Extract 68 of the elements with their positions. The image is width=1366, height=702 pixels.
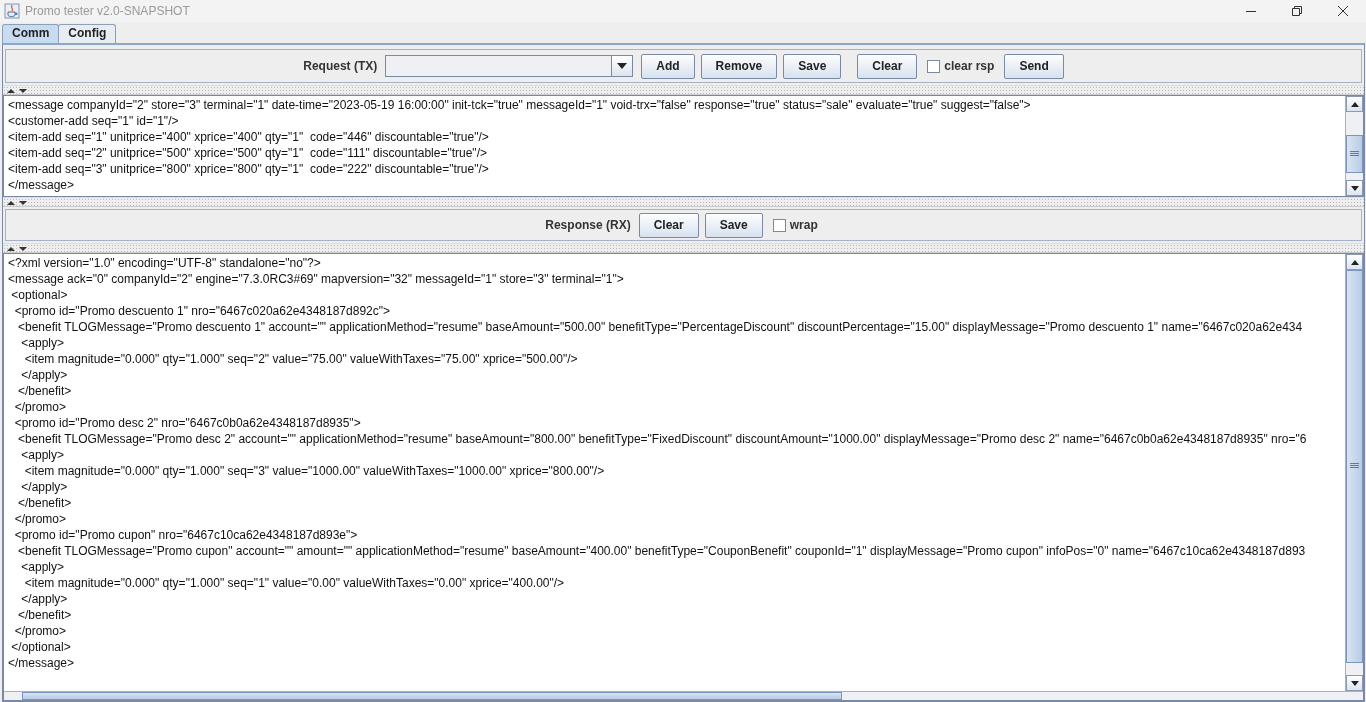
code-line: <message ack="0" companyId="2" engine="7.3.0RC3#69" mapversion="32" messageId="1" store="3" terminal="1"> [8,271,625,287]
toolbar-button[interactable]: Save [704,212,763,238]
code-line: <optional> [10,287,69,303]
code-line: <item magnitude="0.000" qty="1.000" seq="2" value="75.00" valueWithTaxes="75.00" xprice="500.00"/> [23,351,579,367]
toolbar-button[interactable]: Add [641,53,695,79]
clear-rsp-checkbox[interactable]: clear rsp [927,59,995,73]
scroll-up-icon[interactable] [1346,254,1363,270]
scroll-up-icon[interactable] [1346,96,1363,112]
code-line: <benefit TLOGMessage="Promo desc 2" account="" applicationMethod="resume" baseAmount="800.00" benefitType="FixedDiscount" discountAmount="1000.00" displayMessage="Promo desc 2" name="6467c0b0a62e4348187d8935" nro="6 [17,431,1308,447]
scroll-thumb[interactable] [1346,270,1363,663]
code-line: <apply> [20,447,66,463]
vertical-scrollbar[interactable] [1345,96,1363,196]
scroll-down-icon[interactable] [1346,675,1363,691]
restore-icon[interactable] [1292,6,1302,16]
coffee-cup-icon [4,3,20,19]
request-label: Request (TX) [303,59,378,73]
code-line: </message> [8,177,76,193]
code-line: </optional> [10,639,72,655]
code-line: <benefit TLOGMessage="Promo descuento 1" account="" applicationMethod="resume" baseAmount="500.00" benefitType="PercentageDiscount" discountPercentage="15.00" displayMessage="Promo descuento 1" name="6467c020a62e434 [17,319,1304,335]
code-line: </benefit> [17,495,73,511]
code-line: <message companyId="2" store="3" terminal="1" date-time="2023-05-19 16:00:00" init-tck="true" messageId="1" void-trx="false" response="true" status="sale" evaluate="true" suggest="false"> [8,97,1032,113]
code-line: </apply> [20,479,69,495]
toolbar-button[interactable]: Clear [857,53,918,79]
code-line: <item-add seq="3" unitprice="800" xprice="800" qty="1" code="222" discountable="true"/> [8,161,490,177]
code-line: </promo> [13,511,68,527]
scroll-thumb[interactable] [1346,135,1363,174]
window-title: Promo tester v2.0-SNAPSHOT [25,4,190,18]
tab[interactable]: Config [58,24,117,43]
checkbox[interactable] [927,59,941,73]
splitter-arrows-icon[interactable] [7,244,29,252]
code-line: <customer-add seq="1" id="1"/> [8,113,180,129]
request-text-area[interactable] [3,95,1364,197]
code-line: </benefit> [17,607,73,623]
code-line: </promo> [13,399,68,415]
code-line: <?xml version="1.0" encoding="UTF-8" standalone="no"?> [8,255,322,271]
code-line: <item-add seq="2" unitprice="500" xprice="500" qty="1" code="111" discountable="true"/> [8,145,488,161]
minimize-icon[interactable] [1246,10,1256,12]
send-button[interactable]: Send [1004,53,1064,79]
code-line: <item-add seq="1" unitprice="400" xprice="400" qty="1" code="446" discountable="true"/> [8,129,490,145]
code-line: </promo> [13,623,68,639]
code-line: <item magnitude="0.000" qty="1.000" seq="1" value="0.00" valueWithTaxes="0.00" xprice="400.00"/> [23,575,566,591]
code-line: <benefit TLOGMessage="Promo cupon" account="" amount="" applicationMethod="resume" baseAmount="400.00" benefitType="CouponBenefit" couponId="1" displayMessage="Promo cupon" infoPos="0" name="6467c10ca62e4348187d893 [17,543,1307,559]
code-line: </apply> [20,367,69,383]
code-line: </message> [8,655,76,671]
horizontal-scrollbar[interactable] [4,691,1363,700]
code-line: </benefit> [17,383,73,399]
dropdown-caret-icon[interactable] [617,63,628,69]
response-text-area[interactable] [3,253,1364,701]
toolbar-button[interactable]: Remove [700,53,778,79]
tab[interactable]: Comm [2,24,60,43]
code-line: <apply> [20,559,66,575]
scroll-thumb[interactable] [22,692,842,700]
code-line: <promo id="Promo descuento 1" nro="6467c020a62e4348187d892c"> [13,303,391,319]
code-line: <item magnitude="0.000" qty="1.000" seq="3" value="1000.00" valueWithTaxes="1000.00" xprice="800.00"/> [23,463,606,479]
code-line: </apply> [20,591,69,607]
wrap-checkbox[interactable]: wrap [772,218,818,232]
splitter-arrows-icon[interactable] [7,198,29,206]
toolbar-button[interactable]: Clear [638,212,699,238]
code-line: <promo id="Promo desc 2" nro="6467c0b0a62e4348187d8935"> [13,415,362,431]
vertical-scrollbar[interactable] [1345,254,1363,691]
response-label: Response (RX) [545,218,631,232]
checkbox[interactable] [772,218,786,232]
splitter-arrows-icon[interactable] [7,86,29,94]
toolbar-button[interactable]: Save [783,53,842,79]
code-line: <apply> [20,335,66,351]
close-icon[interactable] [1338,6,1348,16]
scroll-down-icon[interactable] [1346,180,1363,196]
code-line: <promo id="Promo cupon" nro="6467c10ca62e4348187d893e"> [13,527,359,543]
